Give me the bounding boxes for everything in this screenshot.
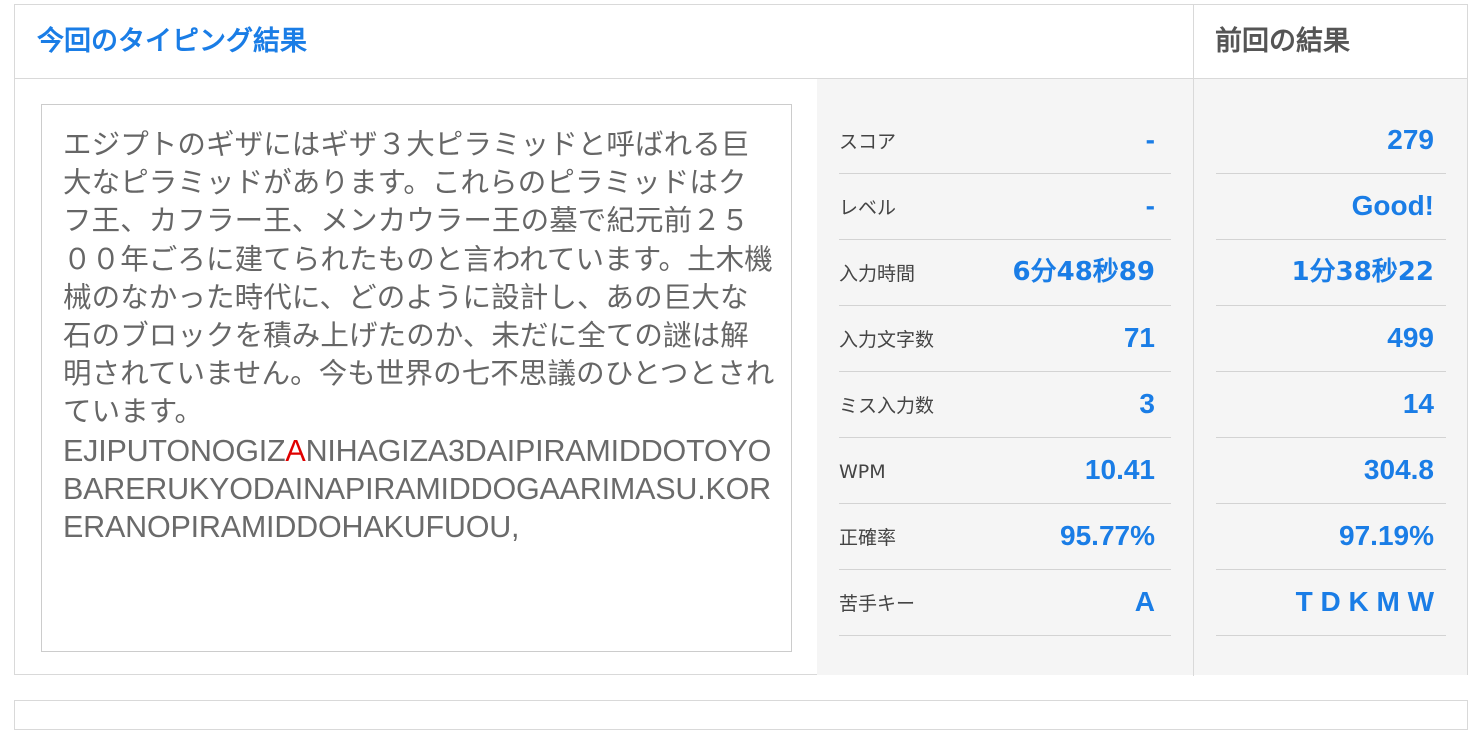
stat-previous-value: 499 [1387,322,1434,353]
stat-label: 苦手キー [839,593,916,615]
stat-label: ミス入力数 [839,395,935,417]
typing-result-panel: 今回のタイピング結果 前回の結果 エジプトのギザにはギザ３大ピラミッドと呼ばれる… [14,4,1468,676]
stat-current-value: 6分48秒89 [1012,257,1155,287]
stat-previous-value: 14 [1402,388,1434,419]
stat-label: 正確率 [839,527,897,549]
prev-row-weak-keys: T D K M W [1216,570,1446,636]
stat-previous-value: Good! [1351,190,1434,221]
prev-row-miss-count: 14 [1216,372,1446,438]
prev-row-score: 279 [1216,108,1446,174]
stat-row-accuracy: 正確率 95.77% [839,504,1171,570]
stat-label: スコア [839,131,897,153]
current-result-title: 今回のタイピング結果 [37,26,307,57]
current-stats-area: スコア - レベル - 入力時間 6分48秒89 入力文字数 71 ミス入力数 … [817,79,1193,675]
prev-row-char-count: 499 [1216,306,1446,372]
prev-row-wpm: 304.8 [1216,438,1446,504]
stat-row-weak-keys: 苦手キー A [839,570,1171,636]
stat-previous-value: 279 [1387,124,1434,155]
previous-stats-area: 279 Good! 1分38秒22 499 14 304.8 97.19% T … [1194,79,1467,675]
prev-row-accuracy: 97.19% [1216,504,1446,570]
prev-row-level: Good! [1216,174,1446,240]
passage-japanese-text: エジプトのギザにはギザ３大ピラミッドと呼ばれる巨大なピラミッドがあります。これら… [63,128,775,429]
stat-previous-value: 1分38秒22 [1291,257,1434,287]
passage-romaji-text: EJIPUTONOGIZANIHAGIZA3DAIPIRAMIDDOTOYOBA… [63,432,775,547]
stat-row-level: レベル - [839,174,1171,240]
next-panel-edge [14,700,1468,730]
stat-row-input-time: 入力時間 6分48秒89 [839,240,1171,306]
typed-passage-box: エジプトのギザにはギザ３大ピラミッドと呼ばれる巨大なピラミッドがあります。これら… [41,104,792,652]
prev-row-input-time: 1分38秒22 [1216,240,1446,306]
stat-previous-value: T D K M W [1295,586,1434,617]
stat-previous-value: 97.19% [1339,520,1434,551]
stat-current-value: 95.77% [1060,520,1155,551]
stat-row-wpm: WPM 10.41 [839,438,1171,504]
stat-label: 入力時間 [839,263,916,285]
stat-row-miss-count: ミス入力数 3 [839,372,1171,438]
stat-label: レベル [839,197,897,219]
stat-current-value: 3 [1139,388,1155,419]
stat-current-value: - [1145,190,1155,221]
stat-label: 入力文字数 [839,329,935,351]
stat-current-value: 10.41 [1084,454,1155,485]
previous-result-title: 前回の結果 [1215,26,1350,57]
romaji-error-char: A [285,433,306,468]
stat-row-char-count: 入力文字数 71 [839,306,1171,372]
stat-label: WPM [839,461,886,483]
stat-current-value: A [1134,586,1155,617]
romaji-typed-text: EJIPUTONOGIZ [63,433,286,468]
stat-current-value: 71 [1123,322,1155,353]
stat-current-value: - [1145,124,1155,155]
stat-row-score: スコア - [839,108,1171,174]
stat-previous-value: 304.8 [1363,454,1434,485]
